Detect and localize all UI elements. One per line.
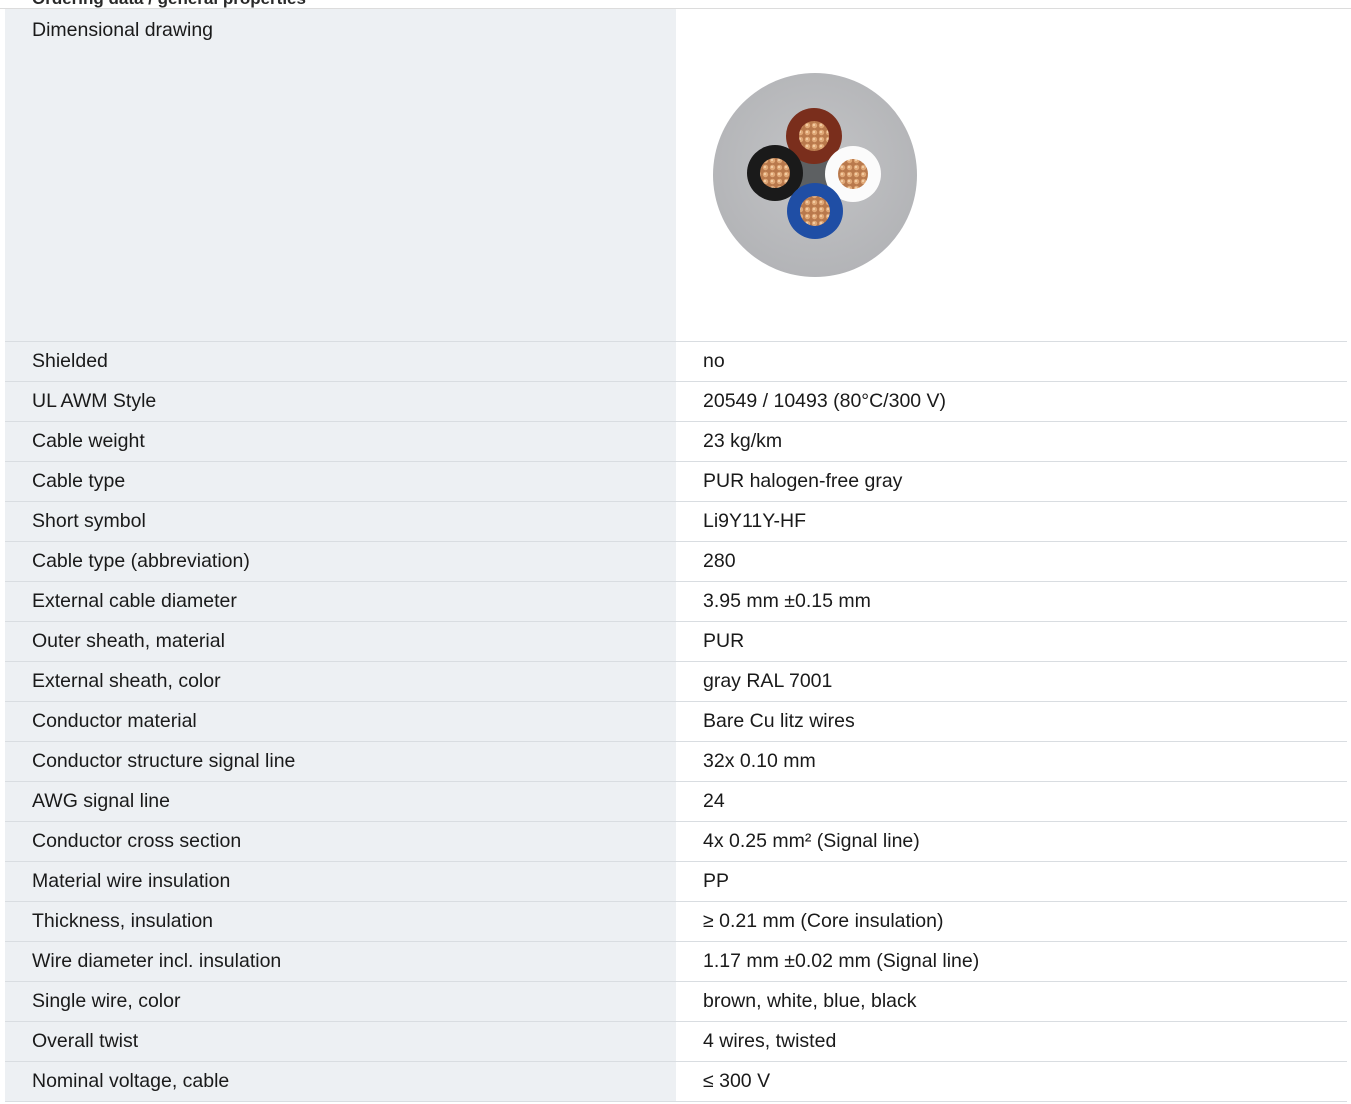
spec-label: Material wire insulation: [5, 861, 676, 902]
spec-value: Li9Y11Y-HF: [676, 501, 1347, 542]
spec-label: Cable type (abbreviation): [5, 541, 676, 582]
spec-label: Cable type: [5, 461, 676, 502]
table-row: Cable type PUR halogen-free gray: [5, 461, 1347, 502]
table-row: Material wire insulation PP: [5, 861, 1347, 902]
spec-value: PUR halogen-free gray: [676, 461, 1347, 502]
spec-label: Nominal voltage, cable: [5, 1061, 676, 1102]
table-row: External cable diameter 3.95 mm ±0.15 mm: [5, 581, 1347, 622]
spec-value: 4x 0.25 mm² (Signal line): [676, 821, 1347, 862]
spec-value: ≥ 0.21 mm (Core insulation): [676, 901, 1347, 942]
section-header: Ordering data / general properties: [0, 0, 1351, 9]
table-row-dimensional-drawing: Dimensional drawing: [5, 9, 1347, 342]
spec-value: gray RAL 7001: [676, 661, 1347, 702]
spec-label: Thickness, insulation: [5, 901, 676, 942]
spec-value: 1.17 mm ±0.02 mm (Signal line): [676, 941, 1347, 982]
table-row: Shielded no: [5, 341, 1347, 382]
spec-table: Dimensional drawing Shielded no UL AWM S…: [5, 9, 1347, 1102]
spec-label: Single wire, color: [5, 981, 676, 1022]
spec-value: 4 wires, twisted: [676, 1021, 1347, 1062]
table-row: Single wire, color brown, white, blue, bl…: [5, 981, 1347, 1022]
spec-label: Conductor cross section: [5, 821, 676, 862]
spec-label: Outer sheath, material: [5, 621, 676, 662]
core-blue: [787, 183, 843, 239]
spec-label: Wire diameter incl. insulation: [5, 941, 676, 982]
spec-label: External cable diameter: [5, 581, 676, 622]
spec-label: AWG signal line: [5, 781, 676, 822]
spec-value: Bare Cu litz wires: [676, 701, 1347, 742]
table-row: AWG signal line 24: [5, 781, 1347, 822]
table-row: Overall twist 4 wires, twisted: [5, 1021, 1347, 1062]
spec-label: Conductor material: [5, 701, 676, 742]
table-row: Thickness, insulation ≥ 0.21 mm (Core ins…: [5, 901, 1347, 942]
spec-value: 32x 0.10 mm: [676, 741, 1347, 782]
spec-value: 24: [676, 781, 1347, 822]
table-row: Cable weight 23 kg/km: [5, 421, 1347, 462]
spec-value: 20549 / 10493 (80°C/300 V): [676, 381, 1347, 422]
table-row: Short symbol Li9Y11Y-HF: [5, 501, 1347, 542]
spec-label: UL AWM Style: [5, 381, 676, 422]
spec-label: Short symbol: [5, 501, 676, 542]
spec-label: Shielded: [5, 341, 676, 382]
spec-label: Overall twist: [5, 1021, 676, 1062]
drawing-cell: [676, 9, 1347, 342]
spec-label: External sheath, color: [5, 661, 676, 702]
spec-value: 23 kg/km: [676, 421, 1347, 462]
spec-value: ≤ 300 V: [676, 1061, 1347, 1102]
cable-cross-section-image: [713, 73, 917, 277]
spec-label: Conductor structure signal line: [5, 741, 676, 782]
table-row: Nominal voltage, cable ≤ 300 V: [5, 1061, 1347, 1102]
table-row: Outer sheath, material PUR: [5, 621, 1347, 662]
table-row: Conductor material Bare Cu litz wires: [5, 701, 1347, 742]
table-row: Conductor structure signal line 32x 0.10 …: [5, 741, 1347, 782]
spec-value: brown, white, blue, black: [676, 981, 1347, 1022]
table-row: Conductor cross section 4x 0.25 mm² (Sign…: [5, 821, 1347, 862]
table-row: Cable type (abbreviation) 280: [5, 541, 1347, 582]
spec-value: 280: [676, 541, 1347, 582]
spec-value: PP: [676, 861, 1347, 902]
spec-value: no: [676, 341, 1347, 382]
table-row: Wire diameter incl. insulation 1.17 mm ±0…: [5, 941, 1347, 982]
section-title: Ordering data / general properties: [32, 0, 306, 8]
spec-value: PUR: [676, 621, 1347, 662]
table-row: UL AWM Style 20549 / 10493 (80°C/300 V): [5, 381, 1347, 422]
spec-value: 3.95 mm ±0.15 mm: [676, 581, 1347, 622]
table-row: External sheath, color gray RAL 7001: [5, 661, 1347, 702]
spec-label: Cable weight: [5, 421, 676, 462]
spec-label: Dimensional drawing: [5, 9, 676, 342]
